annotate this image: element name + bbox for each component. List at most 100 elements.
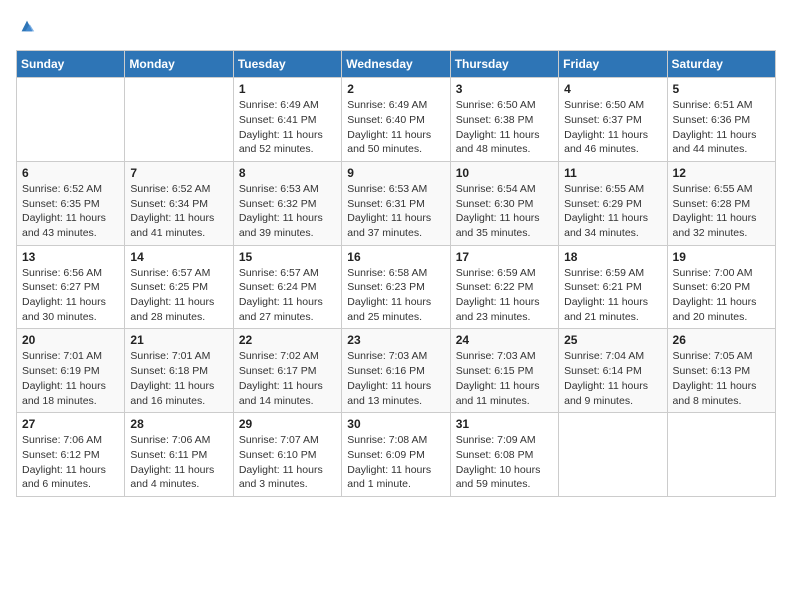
day-info: Sunrise: 7:09 AM Sunset: 6:08 PM Dayligh…	[456, 433, 553, 492]
calendar-cell: 29 Sunrise: 7:07 AM Sunset: 6:10 PM Dayli…	[233, 413, 341, 497]
weekday-header-friday: Friday	[559, 51, 667, 78]
day-number: 28	[130, 417, 227, 431]
calendar-cell: 21 Sunrise: 7:01 AM Sunset: 6:18 PM Dayli…	[125, 329, 233, 413]
day-number: 2	[347, 82, 444, 96]
weekday-header-sunday: Sunday	[17, 51, 125, 78]
day-number: 30	[347, 417, 444, 431]
day-info: Sunrise: 7:06 AM Sunset: 6:11 PM Dayligh…	[130, 433, 227, 492]
calendar-cell: 27 Sunrise: 7:06 AM Sunset: 6:12 PM Dayli…	[17, 413, 125, 497]
day-number: 12	[673, 166, 770, 180]
calendar-cell: 26 Sunrise: 7:05 AM Sunset: 6:13 PM Dayli…	[667, 329, 775, 413]
day-info: Sunrise: 6:59 AM Sunset: 6:22 PM Dayligh…	[456, 266, 553, 325]
day-info: Sunrise: 6:49 AM Sunset: 6:41 PM Dayligh…	[239, 98, 336, 157]
day-info: Sunrise: 6:50 AM Sunset: 6:38 PM Dayligh…	[456, 98, 553, 157]
calendar-cell: 4 Sunrise: 6:50 AM Sunset: 6:37 PM Daylig…	[559, 78, 667, 162]
calendar-cell	[667, 413, 775, 497]
day-info: Sunrise: 7:02 AM Sunset: 6:17 PM Dayligh…	[239, 349, 336, 408]
calendar-cell: 3 Sunrise: 6:50 AM Sunset: 6:38 PM Daylig…	[450, 78, 558, 162]
day-info: Sunrise: 6:53 AM Sunset: 6:31 PM Dayligh…	[347, 182, 444, 241]
calendar-week-3: 13Sunrise: 6:56 AM Sunset: 6:27 PM Dayli…	[17, 245, 776, 329]
day-number: 15	[239, 250, 336, 264]
day-number: 4	[564, 82, 661, 96]
day-number: 16	[347, 250, 444, 264]
day-number: 11	[564, 166, 661, 180]
day-number: 5	[673, 82, 770, 96]
day-number: 14	[130, 250, 227, 264]
calendar-cell: 18Sunrise: 6:59 AM Sunset: 6:21 PM Dayli…	[559, 245, 667, 329]
day-number: 18	[564, 250, 661, 264]
calendar-cell: 19Sunrise: 7:00 AM Sunset: 6:20 PM Dayli…	[667, 245, 775, 329]
page-header	[16, 16, 776, 38]
day-info: Sunrise: 6:51 AM Sunset: 6:36 PM Dayligh…	[673, 98, 770, 157]
day-info: Sunrise: 7:03 AM Sunset: 6:15 PM Dayligh…	[456, 349, 553, 408]
day-number: 27	[22, 417, 119, 431]
day-info: Sunrise: 7:00 AM Sunset: 6:20 PM Dayligh…	[673, 266, 770, 325]
day-info: Sunrise: 6:57 AM Sunset: 6:25 PM Dayligh…	[130, 266, 227, 325]
weekday-header-tuesday: Tuesday	[233, 51, 341, 78]
day-info: Sunrise: 6:52 AM Sunset: 6:35 PM Dayligh…	[22, 182, 119, 241]
day-info: Sunrise: 7:07 AM Sunset: 6:10 PM Dayligh…	[239, 433, 336, 492]
day-info: Sunrise: 6:52 AM Sunset: 6:34 PM Dayligh…	[130, 182, 227, 241]
day-number: 23	[347, 333, 444, 347]
day-number: 8	[239, 166, 336, 180]
day-info: Sunrise: 7:04 AM Sunset: 6:14 PM Dayligh…	[564, 349, 661, 408]
day-number: 10	[456, 166, 553, 180]
calendar-cell	[559, 413, 667, 497]
day-info: Sunrise: 7:08 AM Sunset: 6:09 PM Dayligh…	[347, 433, 444, 492]
day-number: 29	[239, 417, 336, 431]
day-info: Sunrise: 7:01 AM Sunset: 6:18 PM Dayligh…	[130, 349, 227, 408]
day-number: 7	[130, 166, 227, 180]
calendar-cell: 2 Sunrise: 6:49 AM Sunset: 6:40 PM Daylig…	[342, 78, 450, 162]
day-number: 31	[456, 417, 553, 431]
calendar-cell: 1 Sunrise: 6:49 AM Sunset: 6:41 PM Daylig…	[233, 78, 341, 162]
calendar-cell	[17, 78, 125, 162]
day-number: 20	[22, 333, 119, 347]
day-number: 3	[456, 82, 553, 96]
calendar-cell: 6 Sunrise: 6:52 AM Sunset: 6:35 PM Daylig…	[17, 161, 125, 245]
calendar-header-row: SundayMondayTuesdayWednesdayThursdayFrid…	[17, 51, 776, 78]
day-number: 6	[22, 166, 119, 180]
day-info: Sunrise: 6:53 AM Sunset: 6:32 PM Dayligh…	[239, 182, 336, 241]
calendar-cell: 25 Sunrise: 7:04 AM Sunset: 6:14 PM Dayli…	[559, 329, 667, 413]
day-info: Sunrise: 7:03 AM Sunset: 6:16 PM Dayligh…	[347, 349, 444, 408]
day-info: Sunrise: 6:54 AM Sunset: 6:30 PM Dayligh…	[456, 182, 553, 241]
day-info: Sunrise: 6:57 AM Sunset: 6:24 PM Dayligh…	[239, 266, 336, 325]
calendar-cell: 24 Sunrise: 7:03 AM Sunset: 6:15 PM Dayli…	[450, 329, 558, 413]
day-info: Sunrise: 6:55 AM Sunset: 6:28 PM Dayligh…	[673, 182, 770, 241]
calendar-cell: 8 Sunrise: 6:53 AM Sunset: 6:32 PM Daylig…	[233, 161, 341, 245]
day-number: 26	[673, 333, 770, 347]
weekday-header-monday: Monday	[125, 51, 233, 78]
day-info: Sunrise: 6:50 AM Sunset: 6:37 PM Dayligh…	[564, 98, 661, 157]
weekday-header-saturday: Saturday	[667, 51, 775, 78]
calendar-cell: 10 Sunrise: 6:54 AM Sunset: 6:30 PM Dayli…	[450, 161, 558, 245]
day-number: 1	[239, 82, 336, 96]
calendar-cell: 11Sunrise: 6:55 AM Sunset: 6:29 PM Dayli…	[559, 161, 667, 245]
weekday-header-wednesday: Wednesday	[342, 51, 450, 78]
calendar-body: 1 Sunrise: 6:49 AM Sunset: 6:41 PM Daylig…	[17, 78, 776, 497]
day-number: 21	[130, 333, 227, 347]
calendar-week-4: 20 Sunrise: 7:01 AM Sunset: 6:19 PM Dayli…	[17, 329, 776, 413]
calendar: SundayMondayTuesdayWednesdayThursdayFrid…	[16, 50, 776, 497]
calendar-cell: 23 Sunrise: 7:03 AM Sunset: 6:16 PM Dayli…	[342, 329, 450, 413]
calendar-cell: 5 Sunrise: 6:51 AM Sunset: 6:36 PM Daylig…	[667, 78, 775, 162]
weekday-header-thursday: Thursday	[450, 51, 558, 78]
logo-text	[16, 16, 36, 40]
day-info: Sunrise: 6:49 AM Sunset: 6:40 PM Dayligh…	[347, 98, 444, 157]
day-info: Sunrise: 7:01 AM Sunset: 6:19 PM Dayligh…	[22, 349, 119, 408]
calendar-cell: 28 Sunrise: 7:06 AM Sunset: 6:11 PM Dayli…	[125, 413, 233, 497]
calendar-cell: 20 Sunrise: 7:01 AM Sunset: 6:19 PM Dayli…	[17, 329, 125, 413]
logo	[16, 16, 36, 38]
calendar-cell: 12 Sunrise: 6:55 AM Sunset: 6:28 PM Dayli…	[667, 161, 775, 245]
calendar-cell: 22Sunrise: 7:02 AM Sunset: 6:17 PM Dayli…	[233, 329, 341, 413]
calendar-week-1: 1 Sunrise: 6:49 AM Sunset: 6:41 PM Daylig…	[17, 78, 776, 162]
calendar-cell: 7 Sunrise: 6:52 AM Sunset: 6:34 PM Daylig…	[125, 161, 233, 245]
day-info: Sunrise: 7:06 AM Sunset: 6:12 PM Dayligh…	[22, 433, 119, 492]
day-number: 24	[456, 333, 553, 347]
calendar-cell: 15 Sunrise: 6:57 AM Sunset: 6:24 PM Dayli…	[233, 245, 341, 329]
calendar-cell: 17 Sunrise: 6:59 AM Sunset: 6:22 PM Dayli…	[450, 245, 558, 329]
day-info: Sunrise: 7:05 AM Sunset: 6:13 PM Dayligh…	[673, 349, 770, 408]
day-number: 25	[564, 333, 661, 347]
calendar-cell	[125, 78, 233, 162]
calendar-cell: 30 Sunrise: 7:08 AM Sunset: 6:09 PM Dayli…	[342, 413, 450, 497]
day-number: 17	[456, 250, 553, 264]
